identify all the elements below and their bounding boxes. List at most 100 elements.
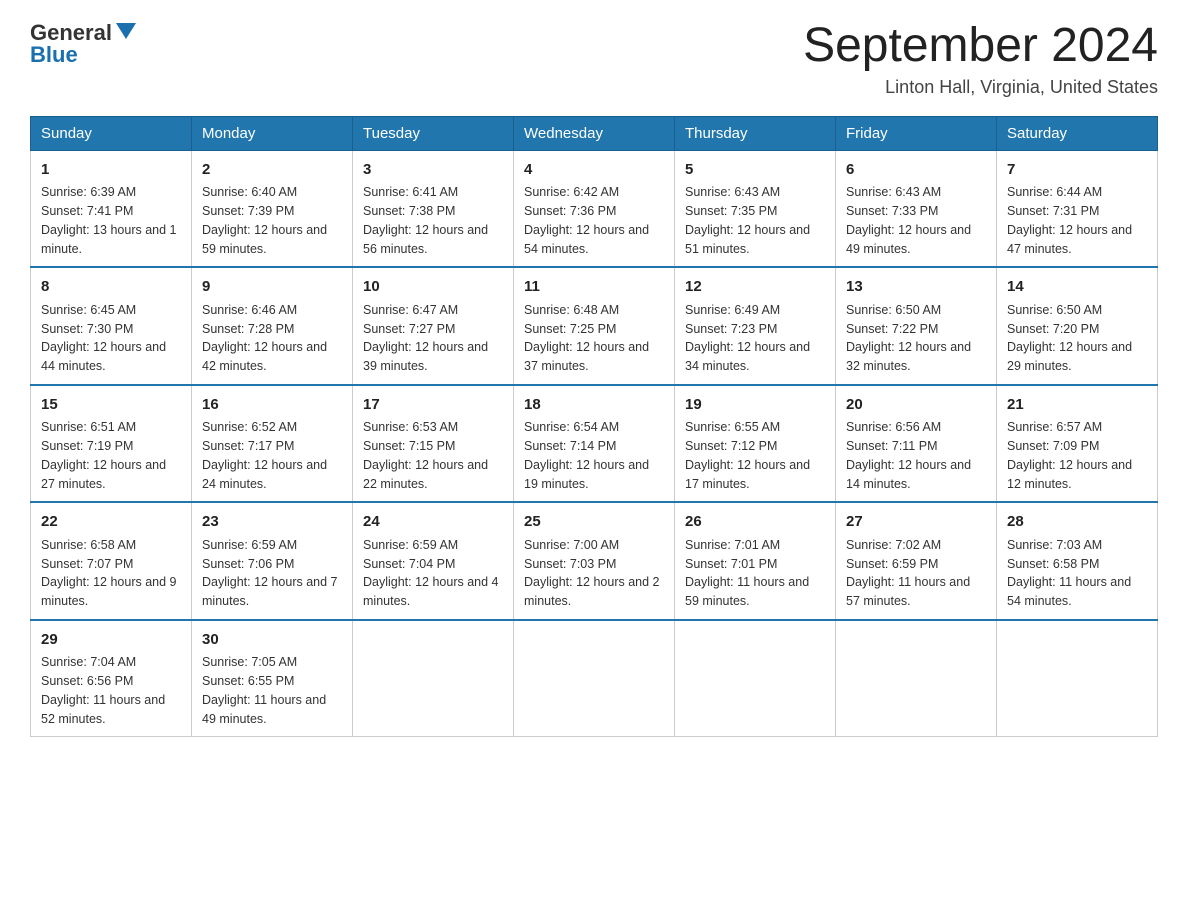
- calendar-cell: 6 Sunrise: 6:43 AMSunset: 7:33 PMDayligh…: [836, 150, 997, 267]
- day-info: Sunrise: 6:58 AMSunset: 7:07 PMDaylight:…: [41, 536, 181, 611]
- calendar-cell: 11 Sunrise: 6:48 AMSunset: 7:25 PMDaylig…: [514, 267, 675, 385]
- day-number: 8: [41, 276, 181, 299]
- day-info: Sunrise: 6:57 AMSunset: 7:09 PMDaylight:…: [1007, 418, 1147, 493]
- calendar-cell: 19 Sunrise: 6:55 AMSunset: 7:12 PMDaylig…: [675, 385, 836, 503]
- day-number: 6: [846, 159, 986, 182]
- day-number: 22: [41, 511, 181, 534]
- day-number: 5: [685, 159, 825, 182]
- calendar-week-row: 8 Sunrise: 6:45 AMSunset: 7:30 PMDayligh…: [31, 267, 1158, 385]
- day-info: Sunrise: 6:44 AMSunset: 7:31 PMDaylight:…: [1007, 183, 1147, 258]
- day-info: Sunrise: 6:53 AMSunset: 7:15 PMDaylight:…: [363, 418, 503, 493]
- calendar-cell: [836, 620, 997, 737]
- day-info: Sunrise: 7:01 AMSunset: 7:01 PMDaylight:…: [685, 536, 825, 611]
- weekday-header-monday: Monday: [192, 116, 353, 150]
- day-info: Sunrise: 6:55 AMSunset: 7:12 PMDaylight:…: [685, 418, 825, 493]
- location: Linton Hall, Virginia, United States: [803, 77, 1158, 98]
- day-info: Sunrise: 6:56 AMSunset: 7:11 PMDaylight:…: [846, 418, 986, 493]
- day-info: Sunrise: 7:03 AMSunset: 6:58 PMDaylight:…: [1007, 536, 1147, 611]
- day-number: 12: [685, 276, 825, 299]
- day-info: Sunrise: 7:05 AMSunset: 6:55 PMDaylight:…: [202, 653, 342, 728]
- calendar-cell: [675, 620, 836, 737]
- day-info: Sunrise: 7:00 AMSunset: 7:03 PMDaylight:…: [524, 536, 664, 611]
- day-number: 29: [41, 629, 181, 652]
- day-number: 11: [524, 276, 664, 299]
- day-number: 14: [1007, 276, 1147, 299]
- calendar-week-row: 29 Sunrise: 7:04 AMSunset: 6:56 PMDaylig…: [31, 620, 1158, 737]
- day-number: 23: [202, 511, 342, 534]
- calendar-cell: 5 Sunrise: 6:43 AMSunset: 7:35 PMDayligh…: [675, 150, 836, 267]
- day-number: 21: [1007, 394, 1147, 417]
- calendar-cell: 7 Sunrise: 6:44 AMSunset: 7:31 PMDayligh…: [997, 150, 1158, 267]
- logo-blue-text: Blue: [30, 42, 78, 67]
- day-number: 19: [685, 394, 825, 417]
- day-number: 27: [846, 511, 986, 534]
- header-right: September 2024 Linton Hall, Virginia, Un…: [803, 20, 1158, 98]
- day-info: Sunrise: 6:50 AMSunset: 7:22 PMDaylight:…: [846, 301, 986, 376]
- day-number: 16: [202, 394, 342, 417]
- weekday-header-saturday: Saturday: [997, 116, 1158, 150]
- calendar-cell: 3 Sunrise: 6:41 AMSunset: 7:38 PMDayligh…: [353, 150, 514, 267]
- day-number: 18: [524, 394, 664, 417]
- day-number: 1: [41, 159, 181, 182]
- weekday-header-row: SundayMondayTuesdayWednesdayThursdayFrid…: [31, 116, 1158, 150]
- day-info: Sunrise: 6:46 AMSunset: 7:28 PMDaylight:…: [202, 301, 342, 376]
- day-number: 20: [846, 394, 986, 417]
- day-info: Sunrise: 6:59 AMSunset: 7:06 PMDaylight:…: [202, 536, 342, 611]
- calendar-cell: 1 Sunrise: 6:39 AMSunset: 7:41 PMDayligh…: [31, 150, 192, 267]
- page-header: General Blue September 2024 Linton Hall,…: [30, 20, 1158, 98]
- calendar-cell: 12 Sunrise: 6:49 AMSunset: 7:23 PMDaylig…: [675, 267, 836, 385]
- calendar-cell: 16 Sunrise: 6:52 AMSunset: 7:17 PMDaylig…: [192, 385, 353, 503]
- calendar-cell: 25 Sunrise: 7:00 AMSunset: 7:03 PMDaylig…: [514, 502, 675, 620]
- calendar-week-row: 1 Sunrise: 6:39 AMSunset: 7:41 PMDayligh…: [31, 150, 1158, 267]
- day-number: 2: [202, 159, 342, 182]
- day-number: 26: [685, 511, 825, 534]
- calendar-table: SundayMondayTuesdayWednesdayThursdayFrid…: [30, 116, 1158, 738]
- calendar-cell: [514, 620, 675, 737]
- day-number: 7: [1007, 159, 1147, 182]
- weekday-header-sunday: Sunday: [31, 116, 192, 150]
- calendar-cell: 2 Sunrise: 6:40 AMSunset: 7:39 PMDayligh…: [192, 150, 353, 267]
- weekday-header-friday: Friday: [836, 116, 997, 150]
- day-number: 24: [363, 511, 503, 534]
- calendar-cell: 8 Sunrise: 6:45 AMSunset: 7:30 PMDayligh…: [31, 267, 192, 385]
- calendar-week-row: 22 Sunrise: 6:58 AMSunset: 7:07 PMDaylig…: [31, 502, 1158, 620]
- day-info: Sunrise: 6:42 AMSunset: 7:36 PMDaylight:…: [524, 183, 664, 258]
- calendar-cell: 28 Sunrise: 7:03 AMSunset: 6:58 PMDaylig…: [997, 502, 1158, 620]
- calendar-cell: 27 Sunrise: 7:02 AMSunset: 6:59 PMDaylig…: [836, 502, 997, 620]
- calendar-cell: 21 Sunrise: 6:57 AMSunset: 7:09 PMDaylig…: [997, 385, 1158, 503]
- day-number: 30: [202, 629, 342, 652]
- calendar-cell: 13 Sunrise: 6:50 AMSunset: 7:22 PMDaylig…: [836, 267, 997, 385]
- day-info: Sunrise: 6:59 AMSunset: 7:04 PMDaylight:…: [363, 536, 503, 611]
- calendar-cell: 17 Sunrise: 6:53 AMSunset: 7:15 PMDaylig…: [353, 385, 514, 503]
- day-number: 4: [524, 159, 664, 182]
- calendar-cell: 18 Sunrise: 6:54 AMSunset: 7:14 PMDaylig…: [514, 385, 675, 503]
- calendar-cell: 4 Sunrise: 6:42 AMSunset: 7:36 PMDayligh…: [514, 150, 675, 267]
- day-info: Sunrise: 6:52 AMSunset: 7:17 PMDaylight:…: [202, 418, 342, 493]
- calendar-cell: [353, 620, 514, 737]
- calendar-cell: 22 Sunrise: 6:58 AMSunset: 7:07 PMDaylig…: [31, 502, 192, 620]
- day-number: 13: [846, 276, 986, 299]
- day-info: Sunrise: 6:39 AMSunset: 7:41 PMDaylight:…: [41, 183, 181, 258]
- day-number: 28: [1007, 511, 1147, 534]
- calendar-cell: 24 Sunrise: 6:59 AMSunset: 7:04 PMDaylig…: [353, 502, 514, 620]
- weekday-header-thursday: Thursday: [675, 116, 836, 150]
- day-info: Sunrise: 6:54 AMSunset: 7:14 PMDaylight:…: [524, 418, 664, 493]
- calendar-cell: 9 Sunrise: 6:46 AMSunset: 7:28 PMDayligh…: [192, 267, 353, 385]
- day-info: Sunrise: 6:45 AMSunset: 7:30 PMDaylight:…: [41, 301, 181, 376]
- weekday-header-wednesday: Wednesday: [514, 116, 675, 150]
- day-number: 3: [363, 159, 503, 182]
- day-info: Sunrise: 6:40 AMSunset: 7:39 PMDaylight:…: [202, 183, 342, 258]
- day-number: 10: [363, 276, 503, 299]
- calendar-cell: 10 Sunrise: 6:47 AMSunset: 7:27 PMDaylig…: [353, 267, 514, 385]
- calendar-cell: 29 Sunrise: 7:04 AMSunset: 6:56 PMDaylig…: [31, 620, 192, 737]
- day-info: Sunrise: 7:04 AMSunset: 6:56 PMDaylight:…: [41, 653, 181, 728]
- calendar-cell: 20 Sunrise: 6:56 AMSunset: 7:11 PMDaylig…: [836, 385, 997, 503]
- day-number: 9: [202, 276, 342, 299]
- day-info: Sunrise: 6:41 AMSunset: 7:38 PMDaylight:…: [363, 183, 503, 258]
- calendar-cell: [997, 620, 1158, 737]
- calendar-week-row: 15 Sunrise: 6:51 AMSunset: 7:19 PMDaylig…: [31, 385, 1158, 503]
- day-info: Sunrise: 6:48 AMSunset: 7:25 PMDaylight:…: [524, 301, 664, 376]
- calendar-cell: 14 Sunrise: 6:50 AMSunset: 7:20 PMDaylig…: [997, 267, 1158, 385]
- calendar-cell: 26 Sunrise: 7:01 AMSunset: 7:01 PMDaylig…: [675, 502, 836, 620]
- calendar-cell: 23 Sunrise: 6:59 AMSunset: 7:06 PMDaylig…: [192, 502, 353, 620]
